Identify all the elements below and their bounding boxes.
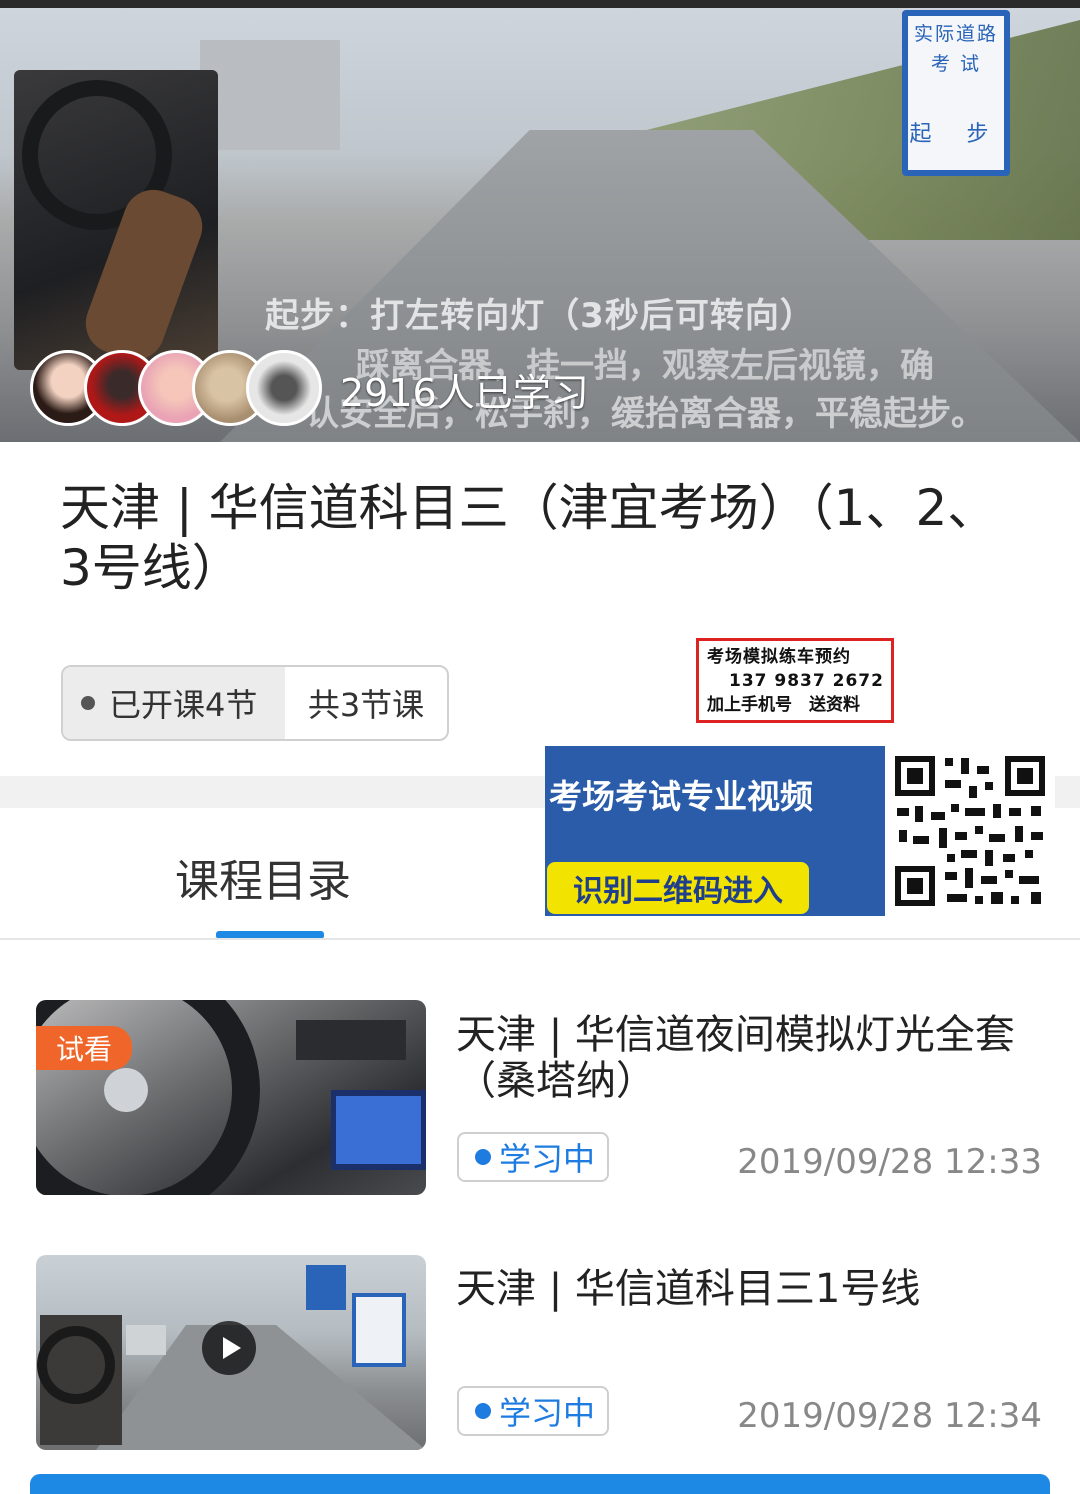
bottom-action-bar[interactable]	[30, 1474, 1050, 1494]
tab-divider	[0, 938, 1080, 940]
status-badge: 学习中	[457, 1132, 609, 1182]
status-label: 学习中	[499, 1394, 596, 1432]
banner-headline: 考场考试专业视频	[549, 777, 813, 816]
sign-text-2: 考 试	[930, 53, 982, 75]
sign-text-1: 实际道路	[913, 23, 998, 45]
lesson-count-pill: 已开课4节 共3节课	[61, 665, 449, 741]
status-label: 学习中	[499, 1140, 596, 1178]
course-title: 天津 | 华信道科目三（津宜考场）（1、2、3号线）	[60, 479, 998, 597]
video-ad-banner[interactable]: 考场考试专业视频 识别二维码进入	[545, 746, 885, 916]
bullet-icon	[81, 696, 95, 710]
trial-badge: 试看	[36, 1026, 132, 1070]
video-caption-1: 起步：打左转向灯（3秒后可转向）	[265, 296, 815, 336]
tab-course-catalog[interactable]: 课程目录	[175, 845, 351, 909]
course-video-player[interactable]: 实际道路 考 试 起 步 起步：打左转向灯（3秒后可转向） 踩离合器，挂一挡，观…	[0, 0, 1080, 442]
lesson-date: 2019/09/28 12:34	[737, 1396, 1042, 1436]
avatar	[246, 350, 322, 426]
promo-line-1: 考场模拟练车预约	[707, 647, 851, 667]
promo-line-3: 加上手机号 送资料	[707, 695, 860, 715]
status-dot-icon	[475, 1403, 491, 1419]
lesson-thumbnail[interactable]: 试看	[36, 1000, 426, 1195]
lesson-title[interactable]: 天津 | 华信道科目三1号线	[456, 1266, 1056, 1312]
lesson-thumbnail[interactable]	[36, 1255, 426, 1450]
status-dot-icon	[475, 1149, 491, 1165]
opened-lessons: 已开课4节	[63, 667, 285, 739]
lesson-date: 2019/09/28 12:33	[737, 1142, 1042, 1182]
status-badge: 学习中	[457, 1386, 609, 1436]
play-icon[interactable]	[202, 1321, 256, 1375]
qr-code-icon[interactable]	[885, 746, 1055, 916]
promo-phone: 137 9837 2672	[729, 671, 884, 691]
learner-count: 2916人已学习	[340, 371, 589, 415]
lesson-title[interactable]: 天津 | 华信道夜间模拟灯光全套（桑塔纳）	[456, 1012, 1056, 1104]
opened-lessons-label: 已开课4节	[109, 686, 258, 724]
sign-text-3: 起 步	[909, 122, 1003, 147]
video-scene-building	[200, 40, 340, 150]
total-lessons: 共3节课	[307, 686, 425, 724]
status-strip	[0, 0, 1080, 8]
scan-qr-button[interactable]: 识别二维码进入	[547, 862, 809, 914]
learner-avatars	[30, 350, 330, 430]
road-exam-sign: 实际道路 考 试 起 步	[902, 10, 1010, 176]
promo-box: 考场模拟练车预约 137 9837 2672 加上手机号 送资料	[696, 638, 894, 723]
